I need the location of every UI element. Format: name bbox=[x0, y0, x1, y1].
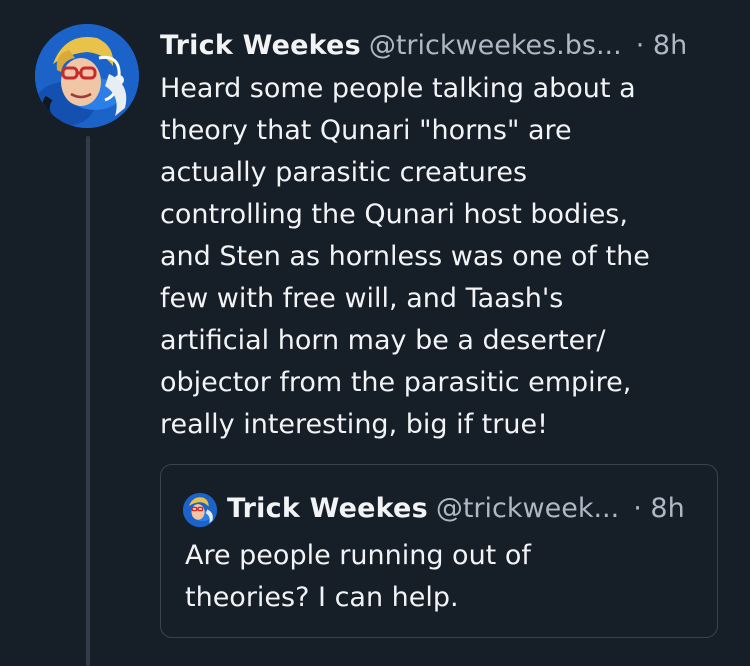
post-body-text: Heard some people talking about a theory… bbox=[160, 73, 650, 440]
author-avatar[interactable] bbox=[35, 24, 139, 128]
post-header: Trick Weekes @trickweekes.bs... · 8h bbox=[160, 26, 730, 66]
quoted-post-timestamp: 8h bbox=[650, 493, 685, 524]
quoted-author-handle: @trickweek... bbox=[435, 493, 620, 524]
post-timestamp[interactable]: 8h bbox=[653, 30, 687, 61]
quoted-avatar-image bbox=[183, 493, 217, 527]
avatar-image bbox=[35, 24, 139, 128]
quoted-author-display-name: Trick Weekes bbox=[227, 493, 428, 524]
quoted-author-avatar bbox=[183, 493, 217, 527]
quoted-post-header: Trick Weekes @trickweek... · 8h bbox=[227, 489, 697, 529]
quoted-post-body-text: Are people running out of theories? I ca… bbox=[185, 540, 531, 613]
quoted-header-separator: · bbox=[633, 493, 642, 524]
author-display-name[interactable]: Trick Weekes bbox=[160, 30, 361, 61]
thread-line bbox=[86, 136, 90, 666]
header-separator: · bbox=[635, 30, 645, 61]
quoted-post-card[interactable]: Trick Weekes @trickweek... · 8h Are people… bbox=[160, 464, 718, 638]
author-handle[interactable]: @trickweekes.bs... bbox=[369, 30, 622, 61]
